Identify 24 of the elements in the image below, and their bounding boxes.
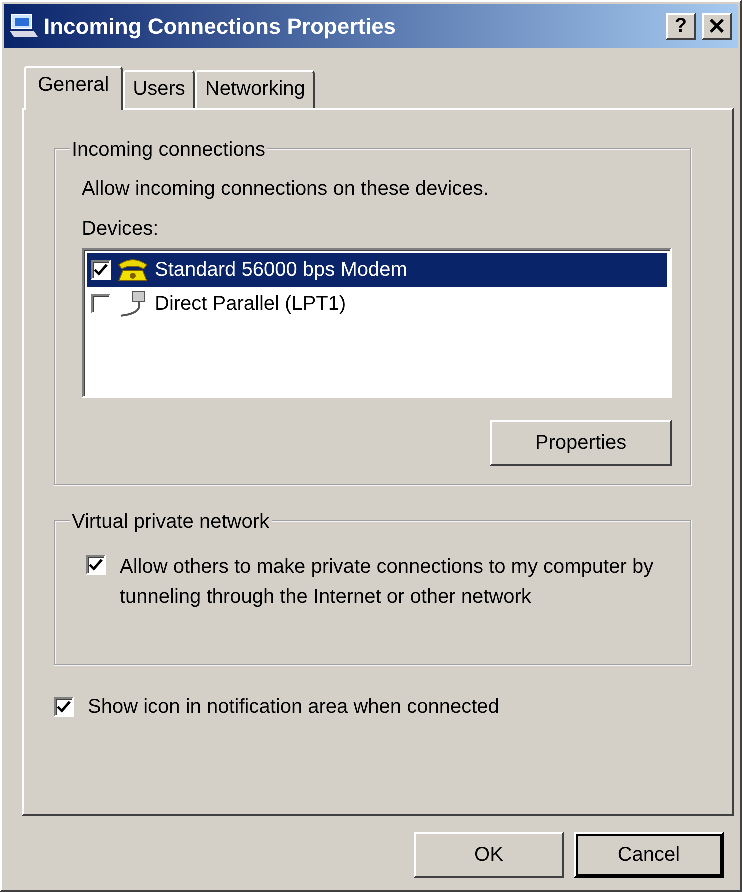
checkbox-label: Show icon in notification area when connected [88, 695, 500, 720]
tab[interactable]: General [24, 66, 124, 110]
tab[interactable]: Networking [195, 70, 316, 108]
device-list[interactable]: Standard 56000 bps Modem Direct Parallel (LPT1) [82, 248, 672, 398]
checkbox[interactable] [91, 260, 111, 280]
device-name: Standard 56000 bps Modem [155, 258, 408, 283]
device-item[interactable]: Direct Parallel (LPT1) [87, 287, 667, 321]
window-title: Incoming Connections Properties [44, 12, 398, 41]
checkbox[interactable] [86, 555, 106, 575]
checkbox-label: Allow others to make private connections to my computer by tunneling through the Internet or other network [120, 555, 655, 610]
checkbox[interactable] [54, 697, 74, 717]
device-name: Direct Parallel (LPT1) [155, 292, 346, 317]
close-icon [709, 19, 725, 33]
help-button[interactable]: ? [666, 12, 696, 40]
ok-button[interactable]: OK [414, 832, 564, 878]
network-computer-icon [10, 13, 38, 39]
description-text: Allow incoming connections on these devices. [82, 177, 490, 202]
properties-button[interactable]: Properties [490, 420, 672, 466]
device-item[interactable]: Standard 56000 bps Modem [87, 253, 667, 287]
close-button[interactable] [702, 12, 732, 40]
telephone-icon [117, 257, 149, 283]
devices-label: Devices: [82, 217, 160, 242]
cancel-button[interactable]: Cancel [574, 832, 724, 878]
tab[interactable]: Users [123, 70, 196, 108]
